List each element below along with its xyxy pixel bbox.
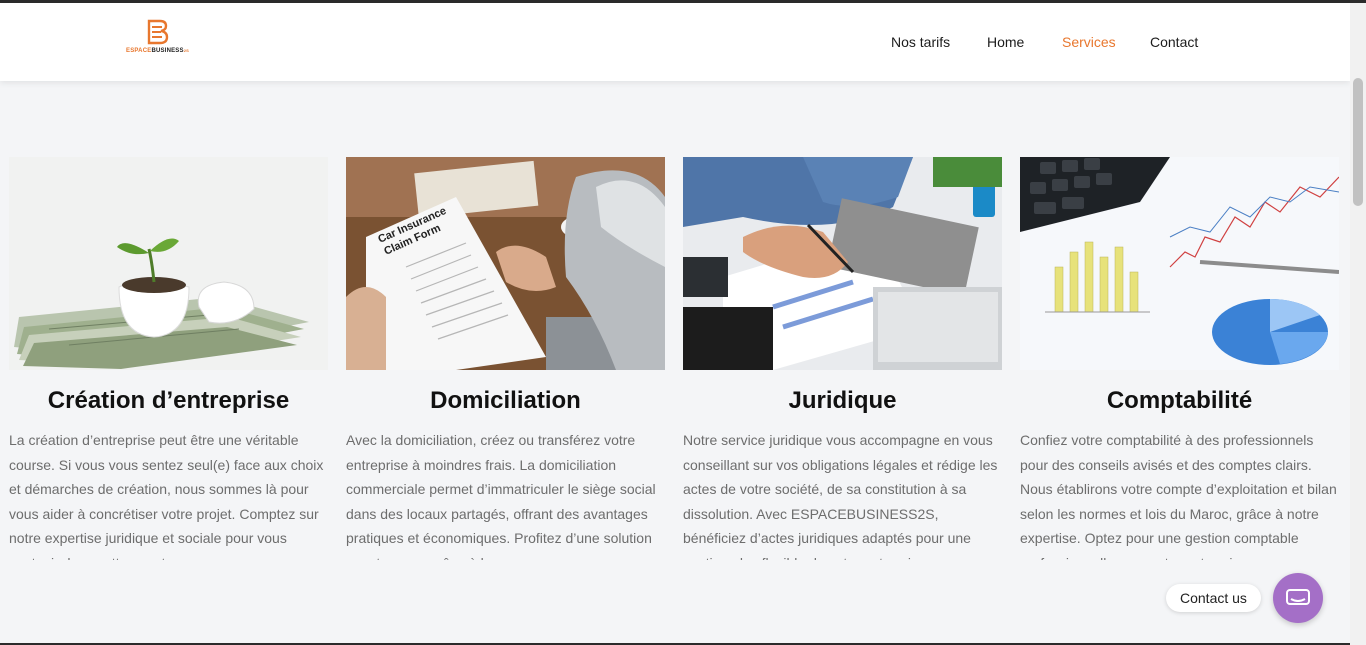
contact-us-label[interactable]: Contact us [1166,584,1261,612]
service-card-juridique: Juridique Notre service juridique vous a… [683,157,1002,560]
brand-name-part1: ESPACE [126,48,152,54]
service-image-juridique [683,157,1002,370]
logo-mark-icon [147,19,169,45]
service-text-comptabilite: Confiez votre comptabilité à des profess… [1020,432,1337,560]
page-scrollbar[interactable] [1350,3,1366,645]
chat-icon [1286,589,1310,605]
nav-item-contact[interactable]: Contact [1150,34,1198,50]
nav-item-home[interactable]: Home [987,34,1024,50]
service-text-juridique: Notre service juridique vous accompagne … [683,432,998,560]
service-text-domiciliation: Avec la domiciliation, créez ou transfér… [346,432,656,560]
service-title-creation: Création d’entreprise [47,387,290,414]
service-card-domiciliation: Car Insurance Claim Form Domiciliation A… [346,157,665,560]
site-header: ESPACEBUSINESS2S Nos tarifs Home Service… [0,3,1350,81]
service-title-domiciliation: Domiciliation [430,387,581,414]
service-card-comptabilite: Comptabilité Confiez votre comptabilité … [1020,157,1339,560]
service-image-domiciliation: Car Insurance Claim Form [346,157,665,370]
brand-name: ESPACEBUSINESS2S [126,48,189,54]
service-text-creation: La création d’entreprise peut être une v… [9,432,324,560]
brand-logo[interactable]: ESPACEBUSINESS2S [126,19,198,61]
service-image-comptabilite [1020,157,1339,370]
nav-item-services[interactable]: Services [1062,34,1116,50]
service-title-juridique: Juridique [788,387,897,414]
nav-item-nos-tarifs[interactable]: Nos tarifs [891,34,950,50]
brand-name-part3: 2S [183,48,190,53]
scrollbar-thumb[interactable] [1353,78,1363,206]
chat-widget-button[interactable] [1273,573,1323,623]
service-card-creation: Création d’entreprise La création d’entr… [9,157,328,560]
service-image-creation [9,157,328,370]
brand-name-part2: BUSINESS [151,48,184,54]
service-title-comptabilite: Comptabilité [1106,387,1253,414]
